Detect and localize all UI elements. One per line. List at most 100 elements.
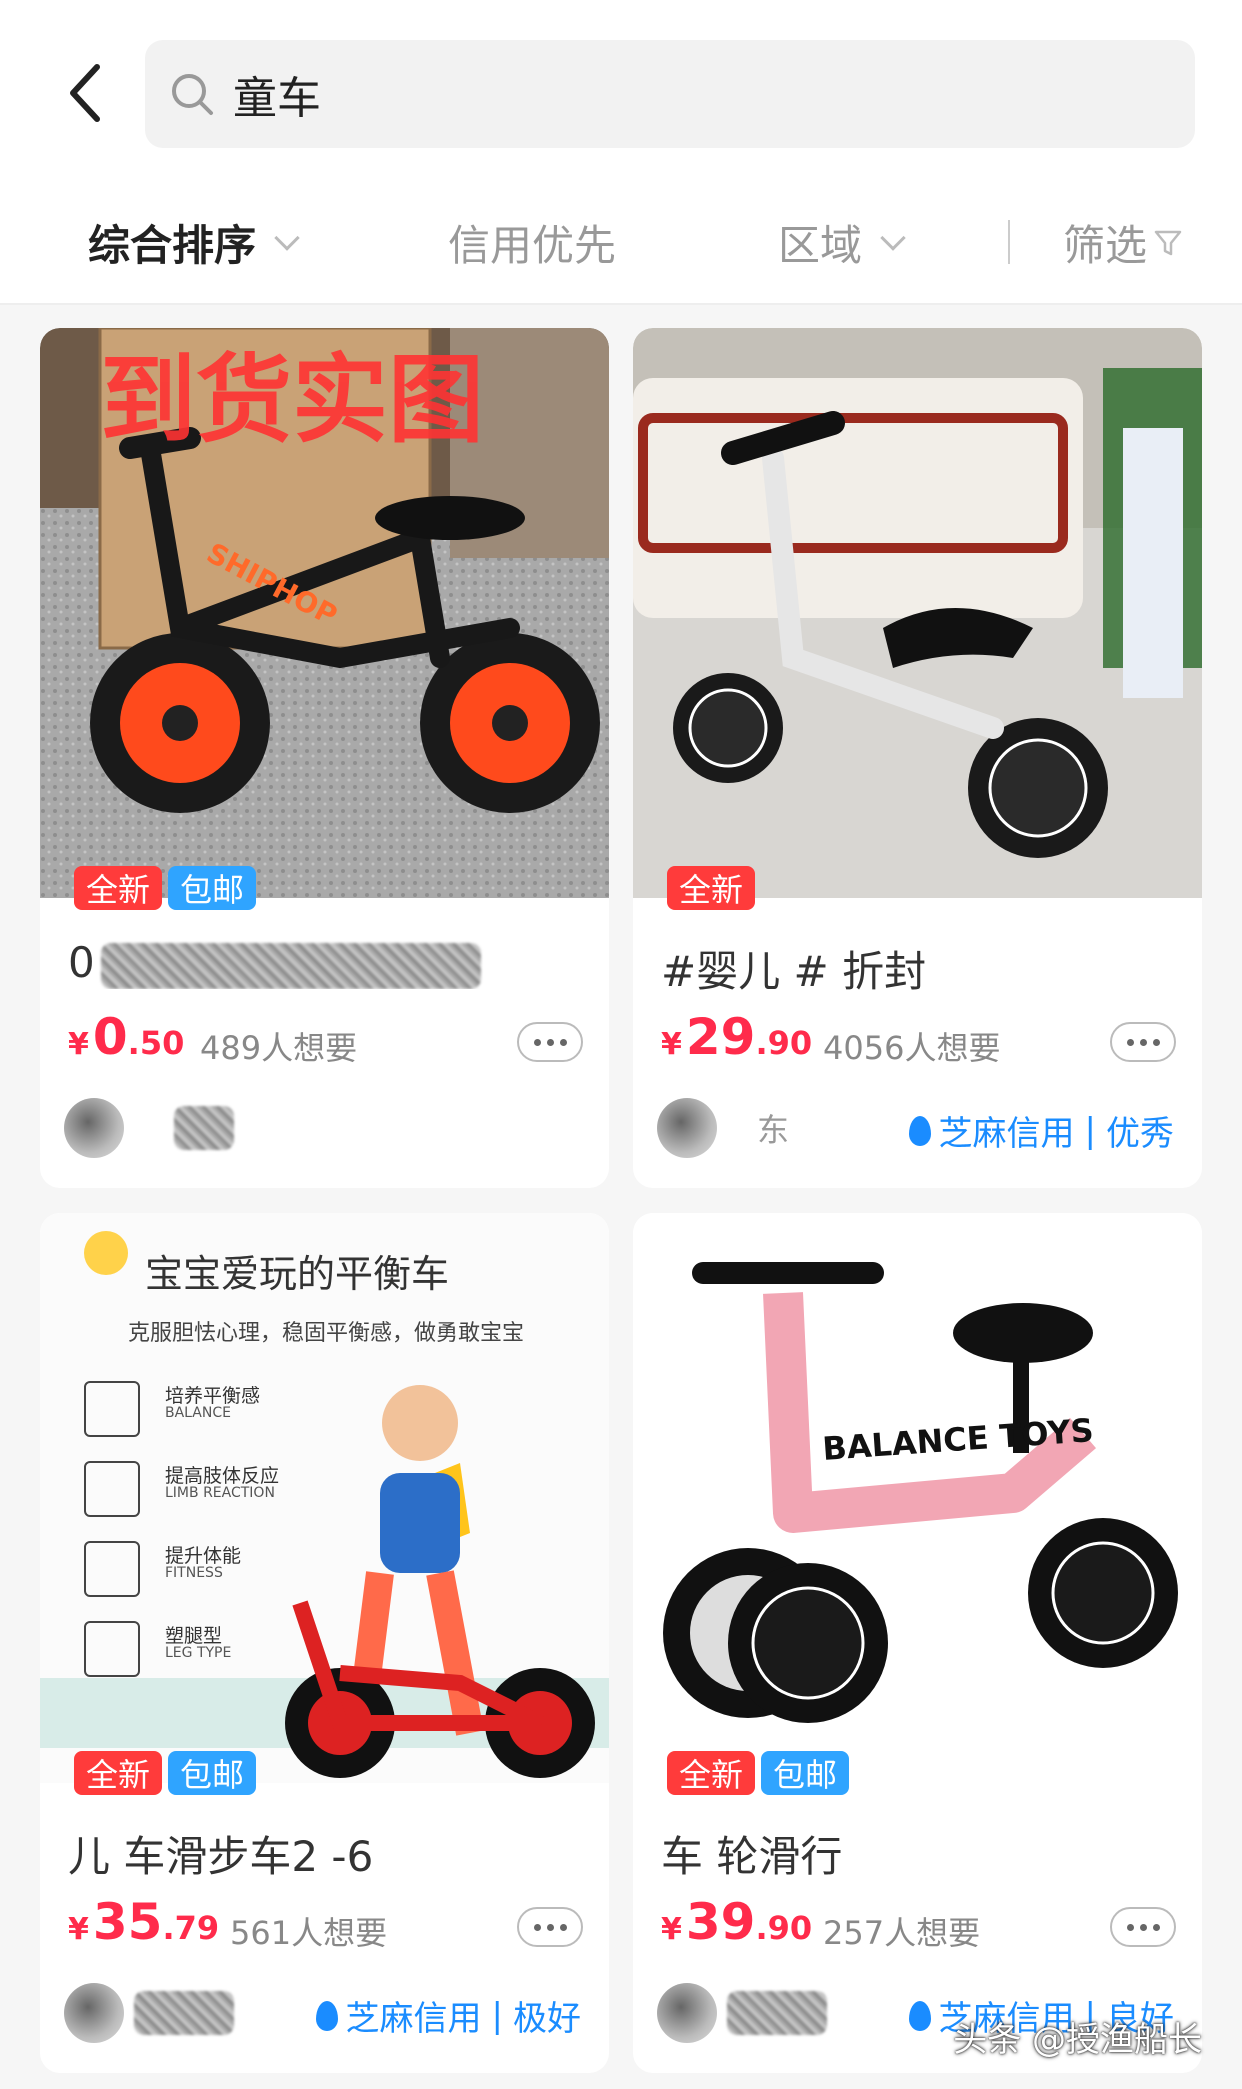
- tag-new: 全新: [74, 1751, 163, 1795]
- filter-button[interactable]: 筛选: [1063, 212, 1183, 273]
- chevron-down-icon: [274, 224, 300, 251]
- seller-name: 东: [757, 1111, 790, 1149]
- shoe-icon: [84, 1621, 140, 1677]
- tag-new: 全新: [667, 866, 756, 910]
- price-decimal: .90: [755, 1024, 813, 1062]
- sort-credit-first[interactable]: 信用优先: [448, 212, 616, 273]
- credit-badge: 芝麻信用 | 极好: [315, 1991, 581, 2040]
- price-decimal: .79: [162, 1909, 220, 1947]
- avatar: [657, 1983, 717, 2043]
- price-decimal: .50: [127, 1024, 185, 1062]
- feature-cn: 提升体能: [165, 1545, 242, 1567]
- filter-region[interactable]: 区域: [778, 212, 906, 273]
- credit-name: 芝麻信用: [938, 1114, 1075, 1154]
- currency-symbol: ¥: [68, 1912, 89, 1947]
- redacted-seller-name: [727, 1991, 827, 2035]
- redacted-seller-name: [134, 1991, 234, 2035]
- filter-label: 筛选: [1063, 221, 1148, 270]
- sort-comprehensive-label: 综合排序: [88, 221, 257, 270]
- price-integer: 0: [92, 1008, 128, 1066]
- pink-balance-bike-photo: BALANCE TOYS: [633, 1213, 1202, 1783]
- price-integer: 35: [92, 1893, 163, 1951]
- watermark: 头条 @授渔船长: [953, 2020, 1202, 2060]
- price-integer: 39: [685, 1893, 756, 1951]
- product-price: ¥ 35 .79: [68, 1893, 219, 1951]
- redacted-text: [100, 942, 481, 989]
- tag-new: 全新: [74, 866, 163, 910]
- product-card[interactable]: 宝宝爱玩的平衡车 克服胆怯心理，稳固平衡感，做勇敢宝宝 培养平衡感 BALANC…: [40, 1213, 609, 2073]
- product-title-text: 儿 车滑步车2 -6: [68, 1832, 374, 1881]
- chevron-down-icon: [880, 224, 906, 251]
- product-image: SHIPHOP 到货实图: [40, 328, 609, 898]
- product-title: 儿 车滑步车2 -6: [68, 1823, 588, 1884]
- want-count: 4056人想要: [823, 1029, 1001, 1067]
- banner-title: 宝宝爱玩的平衡车: [145, 1252, 450, 1296]
- tag-free-shipping: 包邮: [168, 1751, 257, 1795]
- dumbbell-icon: [84, 1381, 140, 1437]
- search-icon: [172, 74, 213, 115]
- trike-photo: [633, 328, 1202, 898]
- divider: [1008, 220, 1010, 264]
- top-bar: 童车: [0, 0, 1242, 160]
- filter-region-label: 区域: [778, 221, 863, 270]
- feature-en: LIMB REACTION: [165, 1485, 275, 1501]
- tag-group: 全新 包邮: [74, 866, 257, 910]
- lightbulb-icon: [84, 1461, 140, 1517]
- more-button[interactable]: [517, 1907, 583, 1947]
- seller-info[interactable]: [64, 1983, 234, 2043]
- image-caption-text: 到货实图: [100, 344, 484, 456]
- product-title-text: 0: [68, 938, 95, 987]
- product-price: ¥ 29 .90: [661, 1008, 812, 1066]
- chevron-left-icon: [70, 64, 100, 122]
- seller-info[interactable]: [657, 1983, 827, 2043]
- product-price: ¥ 39 .90: [661, 1893, 812, 1951]
- redacted-seller-name: [174, 1106, 234, 1150]
- search-input[interactable]: 童车: [145, 40, 1195, 148]
- credit-divider: |: [1084, 1110, 1096, 1151]
- sort-comprehensive[interactable]: 综合排序: [88, 212, 300, 273]
- credit-level: 极好: [513, 1999, 581, 2039]
- balance-bike-photo: SHIPHOP 到货实图: [40, 328, 609, 898]
- product-card[interactable]: 全新 #婴儿 # 折封 ¥ 29 .90 4056人想要 东 芝麻信用 | 优秀: [633, 328, 1202, 1188]
- seller-info[interactable]: [64, 1098, 234, 1158]
- avatar: [64, 1983, 124, 2043]
- product-image: BALANCE TOYS: [633, 1213, 1202, 1783]
- product-card[interactable]: BALANCE TOYS 全新 包邮 车 轮滑行 ¥ 39 .90 257人想要…: [633, 1213, 1202, 2073]
- product-title: 车 轮滑行: [661, 1823, 1181, 1884]
- credit-divider: |: [491, 1995, 503, 2036]
- growth-chart-icon: [84, 1541, 140, 1597]
- banner-subtitle: 克服胆怯心理，稳固平衡感，做勇敢宝宝: [128, 1321, 525, 1346]
- product-card[interactable]: SHIPHOP 到货实图 全新 包邮 0 ¥ 0 .50 489人想要: [40, 328, 609, 1188]
- search-query-text: 童车: [233, 73, 321, 124]
- feature-cn: 塑腿型: [165, 1625, 223, 1647]
- more-button[interactable]: [1110, 1907, 1176, 1947]
- currency-symbol: ¥: [661, 1027, 682, 1062]
- more-button[interactable]: [517, 1022, 583, 1062]
- tag-free-shipping: 包邮: [168, 866, 257, 910]
- currency-symbol: ¥: [68, 1027, 89, 1062]
- credit-badge: 芝麻信用 | 优秀: [908, 1106, 1174, 1155]
- product-image: 宝宝爱玩的平衡车 克服胆怯心理，稳固平衡感，做勇敢宝宝 培养平衡感 BALANC…: [40, 1213, 609, 1783]
- tag-group: 全新: [667, 866, 756, 910]
- back-button[interactable]: [55, 58, 115, 128]
- tag-group: 全新 包邮: [74, 1751, 257, 1795]
- more-button[interactable]: [1110, 1022, 1176, 1062]
- want-count: 561人想要: [230, 1914, 388, 1952]
- seller-info[interactable]: 东: [657, 1098, 789, 1158]
- avatar: [657, 1098, 717, 1158]
- credit-level: 优秀: [1106, 1114, 1174, 1154]
- product-image: [633, 328, 1202, 898]
- funnel-icon: [1154, 230, 1182, 255]
- tag-free-shipping: 包邮: [761, 1751, 850, 1795]
- product-title: #婴儿 # 折封: [661, 938, 1181, 999]
- price-decimal: .90: [755, 1909, 813, 1947]
- feature-cn: 提高肢体反应: [165, 1465, 280, 1487]
- credit-name: 芝麻信用: [345, 1999, 482, 2039]
- filter-bar: 综合排序 信用优先 区域 筛选: [0, 160, 1242, 305]
- currency-symbol: ¥: [661, 1912, 682, 1947]
- want-count: 257人想要: [823, 1914, 981, 1952]
- tag-group: 全新 包邮: [667, 1751, 850, 1795]
- sort-credit-label: 信用优先: [448, 221, 617, 270]
- product-title-text: 车 轮滑行: [661, 1832, 843, 1881]
- feature-en: FITNESS: [165, 1565, 223, 1581]
